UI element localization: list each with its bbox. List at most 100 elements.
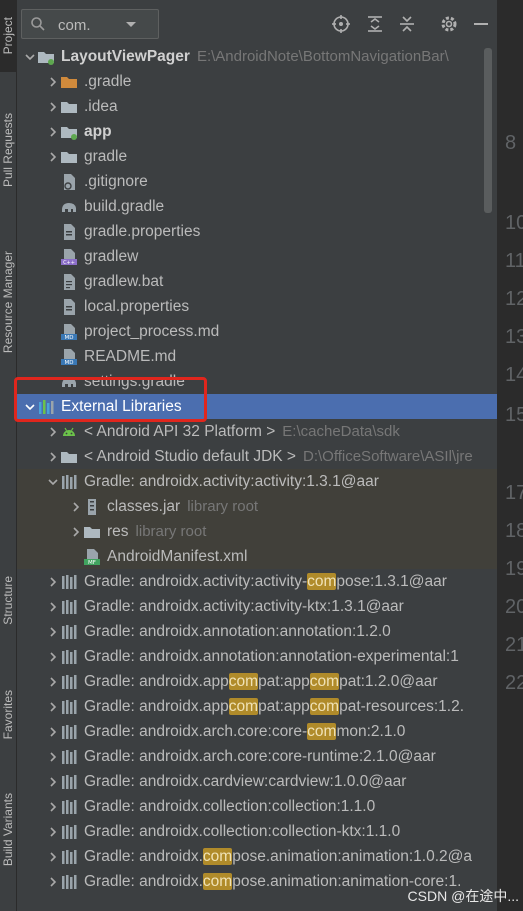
properties-file-icon — [60, 298, 78, 316]
side-tab-resource-manager[interactable]: Resource Manager — [0, 232, 16, 372]
tree-node-label: Gradle: androidx.collection:collection:1… — [84, 797, 376, 815]
collapse-arrow-icon[interactable] — [46, 844, 60, 869]
collapse-arrow-icon[interactable] — [46, 444, 60, 469]
library-icon — [60, 623, 78, 641]
collapse-arrow-icon[interactable] — [46, 644, 60, 669]
tree-node[interactable]: app — [17, 119, 497, 144]
side-tab-structure[interactable]: Structure — [0, 560, 16, 640]
tree-node-label: app — [84, 122, 112, 140]
library-icon — [60, 648, 78, 666]
side-tab-favorites[interactable]: Favorites — [0, 670, 16, 760]
tree-node[interactable]: C++ gradlew — [17, 244, 497, 269]
collapse-arrow-icon[interactable] — [46, 794, 60, 819]
tree-node[interactable]: Gradle: androidx.activity:activity-ktx:1… — [17, 594, 497, 619]
library-icon — [60, 848, 78, 866]
dropdown-arrow-icon[interactable] — [121, 14, 141, 34]
tree-node[interactable]: gradle.properties — [17, 219, 497, 244]
tree-node[interactable]: < Android API 32 Platform > E:\cacheData\… — [17, 419, 497, 444]
library-icon — [60, 798, 78, 816]
svg-text:MD: MD — [65, 335, 74, 341]
collapse-arrow-icon[interactable] — [46, 419, 60, 444]
tree-node[interactable]: Gradle: androidx.activity:activity:1.3.1… — [17, 469, 497, 494]
shell-script-icon: C++ — [60, 248, 78, 266]
collapse-arrow-icon[interactable] — [46, 719, 60, 744]
tree-node[interactable]: .gitignore — [17, 169, 497, 194]
tree-node[interactable]: < Android Studio default JDK > D:\OfficeS… — [17, 444, 497, 469]
side-tab-project[interactable]: Project — [0, 0, 16, 72]
collapse-arrow-icon[interactable] — [46, 819, 60, 844]
tree-node[interactable]: .idea — [17, 94, 497, 119]
gear-icon[interactable] — [439, 14, 459, 34]
tree-node-label: Gradle: androidx.collection:collection-k… — [84, 822, 401, 840]
collapse-arrow-icon[interactable] — [46, 769, 60, 794]
line-number: 18 — [505, 520, 523, 542]
tree-node[interactable]: MD README.md — [17, 344, 497, 369]
tree-node[interactable]: LayoutViewPager E:\AndroidNote\BottomNavi… — [17, 44, 497, 69]
collapse-all-icon[interactable] — [397, 14, 417, 34]
search-match-highlight: com — [202, 847, 233, 865]
search-match-highlight: com — [307, 722, 337, 740]
folder-icon — [60, 98, 78, 116]
project-tree: LayoutViewPager E:\AndroidNote\BottomNavi… — [17, 44, 497, 911]
library-icon — [60, 598, 78, 616]
library-icon — [60, 748, 78, 766]
tree-node[interactable]: Gradle: androidx.annotation:annotation:1… — [17, 619, 497, 644]
tree-node[interactable]: Gradle: androidx.arch.core:core-common:2… — [17, 719, 497, 744]
tree-node[interactable]: Gradle: androidx.collection:collection:1… — [17, 794, 497, 819]
tree-node-label: Gradle: androidx.arch.core:core-common:2… — [84, 722, 406, 740]
expand-arrow-icon[interactable] — [23, 44, 37, 69]
locate-file-icon[interactable] — [331, 14, 351, 34]
collapse-arrow-icon[interactable] — [46, 744, 60, 769]
tree-node[interactable]: res library root — [17, 519, 497, 544]
collapse-arrow-icon[interactable] — [46, 69, 60, 94]
tree-node[interactable]: .gradle — [17, 69, 497, 94]
collapse-arrow-icon[interactable] — [46, 119, 60, 144]
tree-node-label: Gradle: androidx.annotation:annotation:1… — [84, 622, 391, 640]
tree-node[interactable]: Gradle: androidx.annotation:annotation-e… — [17, 644, 497, 669]
tree-node[interactable]: Gradle: androidx.activity:activity-compo… — [17, 569, 497, 594]
collapse-arrow-icon[interactable] — [46, 94, 60, 119]
tree-node[interactable]: gradle — [17, 144, 497, 169]
collapse-arrow-icon[interactable] — [46, 144, 60, 169]
expand-all-icon[interactable] — [365, 14, 385, 34]
tree-node[interactable]: classes.jar library root — [17, 494, 497, 519]
tree-node[interactable]: gradlew.bat — [17, 269, 497, 294]
collapse-arrow-icon[interactable] — [69, 519, 83, 544]
tree-node[interactable]: Gradle: androidx.collection:collection-k… — [17, 819, 497, 844]
hide-panel-icon[interactable] — [471, 14, 491, 34]
tree-node-label: gradle.properties — [84, 222, 201, 240]
side-tab-build-variants[interactable]: Build Variants — [0, 780, 16, 880]
expand-arrow-icon[interactable] — [46, 469, 60, 494]
tree-node[interactable]: MD project_process.md — [17, 319, 497, 344]
editor-gutter: MF 8101112131415171819202122 — [497, 0, 523, 911]
collapse-arrow-icon[interactable] — [46, 669, 60, 694]
search-match-highlight: com — [228, 697, 259, 715]
tree-node-label: Gradle: androidx.annotation:annotation-e… — [84, 647, 459, 665]
collapse-arrow-icon[interactable] — [46, 619, 60, 644]
text-file-icon — [60, 273, 78, 291]
tree-node[interactable]: Gradle: androidx.appcompat:appcompat-res… — [17, 694, 497, 719]
tree-node[interactable]: local.properties — [17, 294, 497, 319]
tree-node[interactable]: Gradle: androidx.arch.core:core-runtime:… — [17, 744, 497, 769]
collapse-arrow-icon[interactable] — [46, 694, 60, 719]
library-icon — [60, 723, 78, 741]
collapse-arrow-icon[interactable] — [46, 569, 60, 594]
tree-node[interactable]: Gradle: androidx.compose.animation:anima… — [17, 844, 497, 869]
collapse-arrow-icon[interactable] — [46, 869, 60, 894]
collapse-arrow-icon[interactable] — [46, 594, 60, 619]
watermark: CSDN @在途中... — [407, 888, 519, 904]
side-tab-pull-requests[interactable]: Pull Requests — [0, 100, 16, 200]
tree-node[interactable]: Gradle: androidx.appcompat:appcompat:1.2… — [17, 669, 497, 694]
collapse-arrow-icon[interactable] — [69, 494, 83, 519]
tree-node[interactable]: MF AndroidManifest.xml — [17, 544, 497, 569]
tree-node[interactable]: Gradle: androidx.cardview:cardview:1.0.0… — [17, 769, 497, 794]
manifest-file-icon: MF — [83, 548, 101, 566]
tree-node-label: < Android API 32 Platform > — [84, 422, 276, 440]
tree-node[interactable]: build.gradle — [17, 194, 497, 219]
tree-scrollbar[interactable] — [484, 48, 492, 213]
